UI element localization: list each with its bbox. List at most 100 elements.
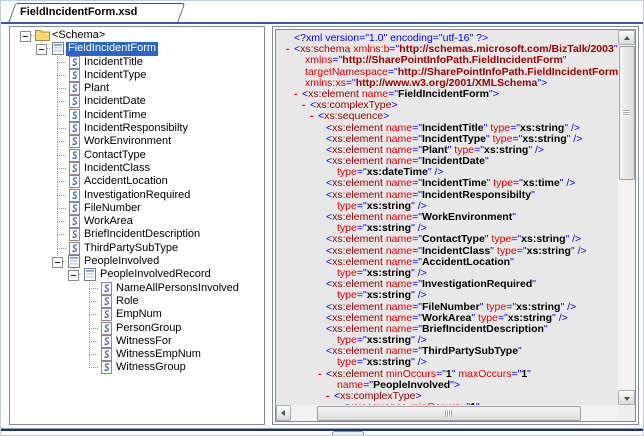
tree-guide xyxy=(34,268,50,281)
tree-item-peopleinvolved[interactable]: PeopleInvolved xyxy=(10,255,264,269)
element-icon xyxy=(66,228,82,242)
tree-guide xyxy=(18,361,34,374)
tree-connector xyxy=(50,201,66,216)
tree-connector xyxy=(82,334,98,349)
tree-guide xyxy=(18,149,34,162)
tree-item-fieldincidentform[interactable]: FieldIncidentForm xyxy=(10,42,264,56)
tree-item-incidentdate[interactable]: IncidentDate xyxy=(10,95,264,109)
tree-guide xyxy=(18,268,34,281)
tree-item-schema[interactable]: <Schema> xyxy=(10,29,264,42)
tree-item-briefincidentdescription[interactable]: BriefIncidentDescription xyxy=(10,228,264,242)
tree-guide xyxy=(66,361,82,374)
tree-item-witnessgroup[interactable]: WitnessGroup xyxy=(10,361,264,375)
tree-guide xyxy=(34,122,50,135)
arrow-up-icon xyxy=(624,36,630,40)
expander-minus-icon[interactable] xyxy=(50,255,66,268)
tree-connector xyxy=(50,215,66,229)
tree-guide xyxy=(18,109,34,122)
tree-item-empnum[interactable]: EmpNum xyxy=(10,308,264,322)
tree-item-incidentresponsibilty[interactable]: IncidentResponsibilty xyxy=(10,122,264,136)
tree-guide xyxy=(34,308,50,321)
collapse-toggle[interactable]: - xyxy=(302,99,310,111)
vertical-scrollbar-thumb[interactable] xyxy=(619,46,635,180)
xml-line: <xs:element name="IncidentResponsibilty" xyxy=(326,188,535,201)
element-icon xyxy=(66,148,82,162)
xml-line: <xs:element name="IncidentDate" xyxy=(326,155,489,168)
tree-item-thirdpartysubtype[interactable]: ThirdPartySubType xyxy=(10,241,264,256)
tree-guide xyxy=(66,348,82,361)
tree-item-incidenttype[interactable]: IncidentType xyxy=(10,68,264,83)
element-icon xyxy=(66,55,82,69)
tree-item-plant[interactable]: Plant xyxy=(10,82,264,96)
tree-connector xyxy=(50,148,66,162)
tree-connector xyxy=(82,321,98,335)
element-icon xyxy=(66,95,82,109)
tree-guide xyxy=(34,282,50,295)
record-icon xyxy=(50,42,66,56)
collapse-toggle[interactable]: - xyxy=(326,390,334,402)
collapse-toggle[interactable]: - xyxy=(286,43,294,55)
tree-guide xyxy=(50,348,66,361)
tree-guide xyxy=(18,335,34,348)
scroll-up-button[interactable] xyxy=(618,30,635,45)
collapse-toggle[interactable]: - xyxy=(294,88,302,100)
horizontal-scrollbar[interactable] xyxy=(276,405,635,421)
tree-item-incidenttime[interactable]: IncidentTime xyxy=(10,108,264,123)
element-icon xyxy=(98,321,114,335)
tree-guide xyxy=(34,175,50,188)
expander-minus-icon[interactable] xyxy=(66,268,82,281)
tree-item-label: IncidentType xyxy=(84,68,147,81)
tree-guide xyxy=(18,189,34,202)
tree-connector xyxy=(50,55,66,69)
expander-minus-icon[interactable] xyxy=(34,42,50,55)
tree-item-role[interactable]: Role xyxy=(10,294,264,309)
tree-item-investigationrequired[interactable]: InvestigationRequired xyxy=(10,188,264,202)
tree-item-peopleinvolvedrecord[interactable]: PeopleInvolvedRecord xyxy=(10,268,264,282)
tree-guide xyxy=(50,335,66,348)
tree-guide xyxy=(18,242,34,255)
tree-item-witnessempnum[interactable]: WitnessEmpNum xyxy=(10,348,264,362)
tree-connector xyxy=(50,241,66,256)
document-tab[interactable]: FieldIncidentForm.xsd xyxy=(8,3,186,23)
tree-item-filenumber[interactable]: FileNumber xyxy=(10,201,264,216)
tree-item-workarea[interactable]: WorkArea xyxy=(10,215,264,229)
tree-item-workenvironment[interactable]: WorkEnvironment xyxy=(10,135,264,149)
element-icon xyxy=(98,334,114,348)
element-icon xyxy=(66,82,82,96)
scroll-down-button[interactable] xyxy=(618,390,635,405)
tree-connector xyxy=(82,294,98,309)
scroll-left-button[interactable] xyxy=(276,405,291,421)
tree-guide xyxy=(18,215,34,228)
tree-item-witnessfor[interactable]: WitnessFor xyxy=(10,334,264,349)
tree-guide xyxy=(18,202,34,215)
expander-minus-icon[interactable] xyxy=(18,29,34,42)
tree-item-incidentclass[interactable]: IncidentClass xyxy=(10,161,264,176)
tree-connector xyxy=(50,188,66,202)
tree-guide xyxy=(34,335,50,348)
tree-item-label: PersonGroup xyxy=(116,321,182,334)
tree-item-contacttype[interactable]: ContactType xyxy=(10,148,264,162)
tree-guide xyxy=(66,282,82,295)
tree-item-label: IncidentClass xyxy=(84,161,151,174)
tree-item-accidentlocation[interactable]: AccidentLocation xyxy=(10,175,264,189)
horizontal-scrollbar-thumb[interactable] xyxy=(317,406,581,421)
vertical-scrollbar[interactable] xyxy=(618,30,635,405)
tree-guide xyxy=(50,308,66,321)
element-icon xyxy=(66,68,82,82)
tree-connector xyxy=(50,108,66,123)
collapse-toggle[interactable]: - xyxy=(318,368,326,380)
tree-item-persongroup[interactable]: PersonGroup xyxy=(10,321,264,335)
element-icon xyxy=(66,215,82,229)
tree-connector xyxy=(50,135,66,149)
tree-item-label: ThirdPartySubType xyxy=(84,241,179,254)
tree-item-incidenttitle[interactable]: IncidentTitle xyxy=(10,55,264,69)
element-icon xyxy=(98,348,114,362)
tree-item-nameallpersonsinvolved[interactable]: NameAllPersonsInvolved xyxy=(10,281,264,295)
xml-line: <xs:element name="ThirdPartySubType" xyxy=(326,345,522,358)
tree-item-label: WitnessEmpNum xyxy=(116,348,201,361)
element-icon xyxy=(66,188,82,202)
tree-item-label: IncidentTitle xyxy=(84,55,143,68)
tree-item-label: FileNumber xyxy=(84,201,141,214)
collapse-toggle[interactable]: - xyxy=(310,111,318,122)
schema-tree: <Schema> FieldIncidentForm IncidentTitle In… xyxy=(10,29,264,375)
